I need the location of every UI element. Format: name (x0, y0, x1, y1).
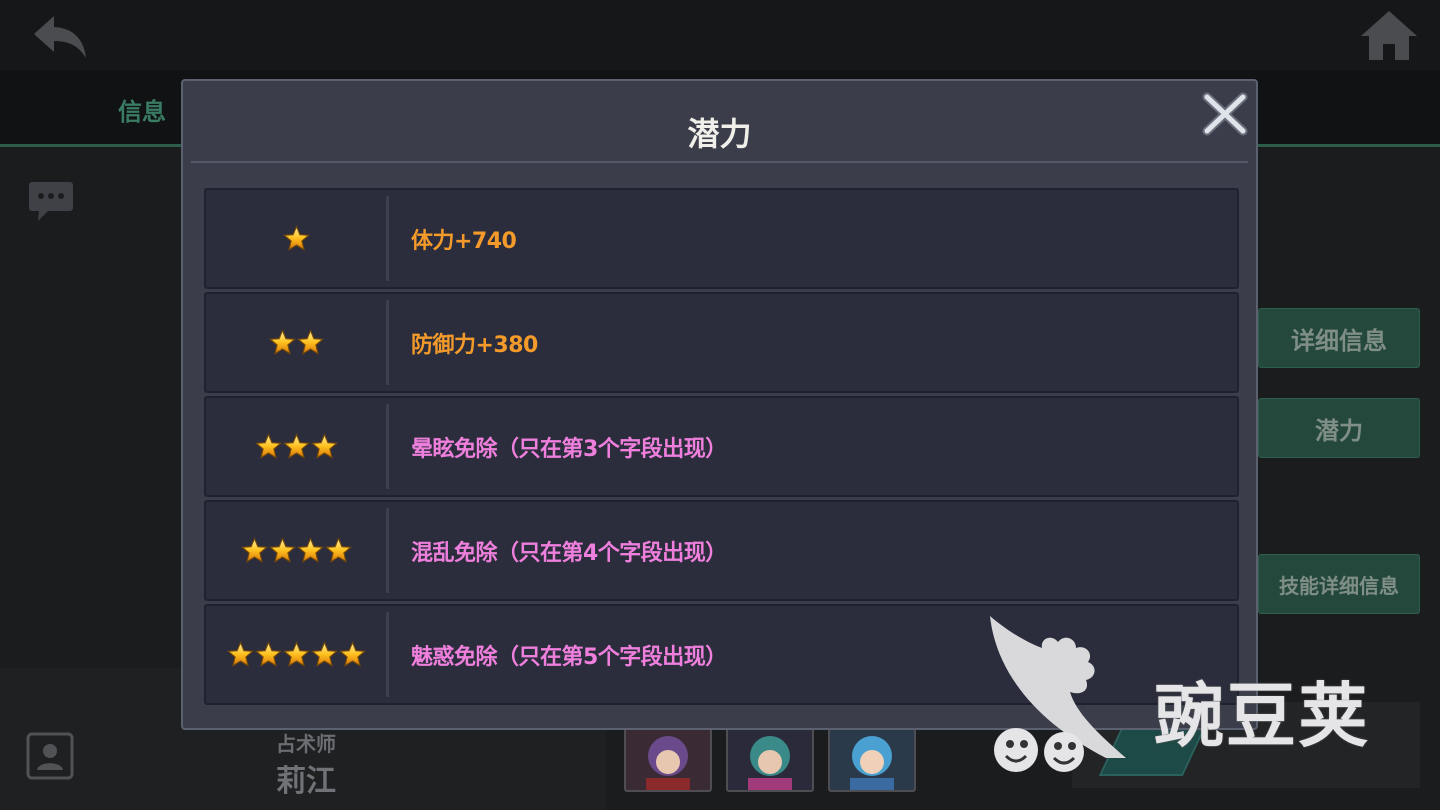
row-divider (386, 404, 389, 489)
star-rating (206, 190, 386, 287)
potential-button[interactable]: 潜力 (1258, 398, 1420, 458)
star-rating (206, 606, 386, 703)
star-icon (282, 433, 310, 459)
star-icon (282, 225, 310, 251)
tab-info[interactable]: 信息 (118, 92, 166, 127)
team-avatar-2[interactable] (726, 724, 814, 792)
chat-icon[interactable] (28, 180, 74, 224)
star-icon (338, 641, 366, 667)
dialog-title: 潜力 (687, 115, 752, 153)
row-divider (386, 612, 389, 697)
potential-effect-text: 魅惑免除（只在第5个字段出现） (411, 644, 727, 670)
row-divider (386, 300, 389, 385)
back-arrow-icon[interactable] (30, 12, 92, 64)
star-icon (310, 641, 338, 667)
potential-effect-text: 体力+740 (411, 228, 517, 254)
team-avatar-1[interactable] (624, 724, 712, 792)
watermark-text: 豌豆荚 (1154, 675, 1370, 757)
star-icon (268, 537, 296, 563)
star-icon (282, 641, 310, 667)
star-rating (206, 294, 386, 391)
star-rating (206, 502, 386, 599)
close-icon[interactable] (1201, 91, 1249, 137)
detail-info-button[interactable]: 详细信息 (1258, 308, 1420, 368)
star-icon (310, 433, 338, 459)
character-name: 莉江 (276, 764, 336, 799)
title-divider (191, 161, 1248, 163)
potential-row: 体力+740 (204, 188, 1239, 289)
team-avatar-3[interactable] (828, 724, 916, 792)
star-icon (296, 329, 324, 355)
home-icon[interactable] (1358, 8, 1420, 64)
avatar-portrait-icon (646, 736, 690, 790)
skill-detail-button[interactable]: 技能详细信息 (1258, 554, 1420, 614)
avatar-portrait-icon (850, 736, 894, 790)
row-divider (386, 508, 389, 593)
star-icon (268, 329, 296, 355)
potential-row: 晕眩免除（只在第3个字段出现） (204, 396, 1239, 497)
potential-effect-text: 混乱免除（只在第4个字段出现） (411, 540, 727, 566)
star-icon (324, 537, 352, 563)
top-bar (0, 0, 1440, 70)
potential-row: 防御力+380 (204, 292, 1239, 393)
star-rating (206, 398, 386, 495)
row-divider (386, 196, 389, 281)
star-icon (226, 641, 254, 667)
potential-row: 混乱免除（只在第4个字段出现） (204, 500, 1239, 601)
potential-effect-text: 防御力+380 (411, 332, 538, 358)
character-class: 占术师 (276, 732, 336, 756)
portrait-icon[interactable] (26, 732, 74, 780)
avatar-portrait-icon (748, 736, 792, 790)
star-icon (254, 433, 282, 459)
potential-effect-text: 晕眩免除（只在第3个字段出现） (411, 436, 727, 462)
watermark-logo (990, 616, 1126, 772)
star-icon (240, 537, 268, 563)
star-icon (254, 641, 282, 667)
star-icon (296, 537, 324, 563)
